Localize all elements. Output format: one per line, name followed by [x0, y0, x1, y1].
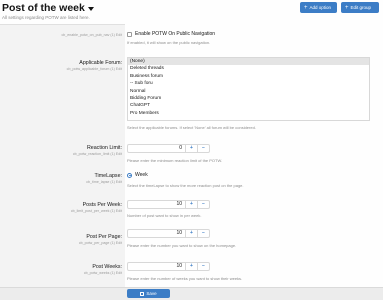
- forum-option[interactable]: (None): [128, 58, 369, 66]
- post-per-page-hint: Please enter the number you want to show…: [127, 243, 237, 248]
- reaction-limit-stepper[interactable]: 0 + −: [127, 144, 210, 153]
- applicable-forum-key[interactable]: cb_potw_applicable_forum (1) Edit: [67, 67, 122, 71]
- increment-button[interactable]: +: [185, 263, 197, 270]
- forum-option[interactable]: Deleted threads: [128, 65, 369, 72]
- page-subtitle: All settings regarding POTW are listed h…: [2, 15, 90, 20]
- forum-option[interactable]: Pro Members: [128, 110, 369, 117]
- posts-per-week-hint: Number of post want to show in per week.: [127, 213, 202, 218]
- post-per-page-stepper[interactable]: 10 + −: [127, 229, 210, 238]
- add-option-button[interactable]: + Add option: [300, 2, 337, 13]
- edit-group-label: Edit group: [350, 5, 372, 10]
- reaction-limit-input[interactable]: 0: [128, 145, 185, 152]
- post-weeks-key[interactable]: cb_potw_weeks (1) Edit: [84, 271, 122, 275]
- timelapse-radio[interactable]: [127, 172, 132, 178]
- enable-nav-hint: If enabled, it will show on the public n…: [127, 40, 211, 45]
- post-per-page-label: Post Per Page:: [86, 234, 122, 240]
- reaction-limit-hint: Please enter the minimum reaction limit …: [127, 158, 223, 163]
- increment-button[interactable]: +: [185, 145, 197, 152]
- increment-button[interactable]: +: [185, 230, 197, 237]
- reaction-limit-label: Reaction Limit:: [86, 145, 122, 151]
- timelapse-option-label[interactable]: Week: [135, 172, 148, 178]
- forum-option[interactable]: ChatGPT: [128, 102, 369, 109]
- applicable-forum-hint: Select the applicable forums. If select …: [127, 125, 256, 130]
- applicable-forum-label: Applicable Forum:: [79, 60, 122, 66]
- enable-nav-checkbox-row[interactable]: Enable POTW On Public Navigation: [127, 31, 215, 37]
- save-icon: [140, 291, 145, 296]
- post-weeks-stepper[interactable]: 10 + −: [127, 262, 210, 271]
- forum-option[interactable]: -- Sub foru: [128, 80, 369, 87]
- timelapse-label: TimeLapse:: [94, 173, 122, 179]
- posts-per-week-key[interactable]: cb_limit_post_per_week (1) Edit: [71, 209, 122, 213]
- timelapse-radio-row[interactable]: Week: [127, 172, 148, 178]
- page-title[interactable]: Post of the week: [2, 2, 94, 14]
- post-per-page-key[interactable]: cb_potw_per_page (1) Edit: [79, 241, 122, 245]
- reaction-limit-key[interactable]: cb_potw_reaction_limit (1) Edit: [73, 152, 122, 156]
- form-footer: [0, 287, 383, 300]
- timelapse-hint: Select the timeLapse to show the more re…: [127, 183, 244, 188]
- forum-option[interactable]: Bidding Forum: [128, 95, 369, 102]
- save-button[interactable]: Save: [127, 289, 170, 298]
- post-weeks-hint: Please enter the number of weeks you wan…: [127, 276, 243, 281]
- decrement-button[interactable]: −: [197, 230, 209, 237]
- applicable-forum-select[interactable]: (None) Deleted threads Business forum --…: [127, 57, 370, 121]
- post-weeks-input[interactable]: 10: [128, 263, 185, 270]
- chevron-down-icon[interactable]: [87, 6, 94, 11]
- posts-per-week-label: Posts Per Week:: [82, 202, 122, 208]
- add-option-label: Add option: [309, 5, 332, 10]
- plus-icon: +: [345, 4, 349, 11]
- plus-icon: +: [304, 4, 308, 11]
- post-per-page-input[interactable]: 10: [128, 230, 185, 237]
- decrement-button[interactable]: −: [197, 201, 209, 208]
- increment-button[interactable]: +: [185, 201, 197, 208]
- timelapse-key[interactable]: cb_time_lapse (1) Edit: [86, 180, 122, 184]
- enable-nav-key[interactable]: cb_enable_potw_on_pub_nav (1) Edit: [61, 33, 122, 37]
- forum-option[interactable]: Business forum: [128, 73, 369, 80]
- posts-per-week-stepper[interactable]: 10 + −: [127, 200, 210, 209]
- enable-nav-checkbox-label[interactable]: Enable POTW On Public Navigation: [135, 31, 215, 37]
- decrement-button[interactable]: −: [197, 263, 209, 270]
- post-weeks-label: Post Weeks:: [92, 264, 122, 270]
- page-title-text: Post of the week: [2, 2, 85, 14]
- page-header: Post of the week All settings regarding …: [0, 0, 383, 25]
- save-label: Save: [146, 291, 157, 296]
- forum-option[interactable]: Normal: [128, 88, 369, 95]
- edit-group-button[interactable]: + Edit group: [341, 2, 379, 13]
- decrement-button[interactable]: −: [197, 145, 209, 152]
- enable-nav-checkbox[interactable]: [127, 31, 132, 37]
- posts-per-week-input[interactable]: 10: [128, 201, 185, 208]
